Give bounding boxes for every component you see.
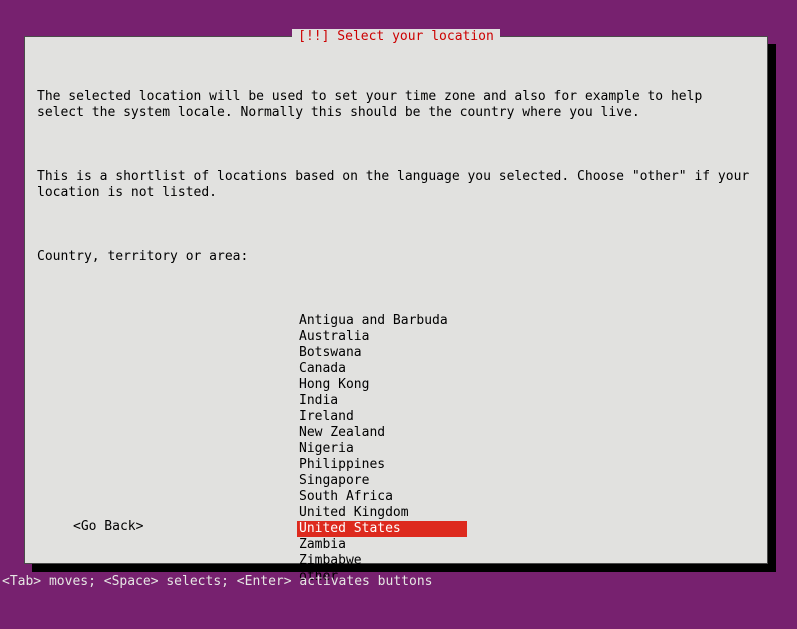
go-back-button[interactable]: <Go Back> [73,519,143,535]
country-option[interactable]: India [297,393,477,409]
country-option[interactable]: Canada [297,361,477,377]
intro-paragraph-1: The selected location will be used to se… [37,89,755,121]
country-option[interactable]: Australia [297,329,477,345]
intro-paragraph-2: This is a shortlist of locations based o… [37,169,755,201]
country-option[interactable]: Botswana [297,345,477,361]
country-option[interactable]: Hong Kong [297,377,477,393]
country-option[interactable]: Philippines [297,457,477,473]
country-option[interactable]: United Kingdom [297,505,477,521]
dialog-content: The selected location will be used to se… [25,37,767,629]
country-list[interactable]: Antigua and BarbudaAustraliaBotswanaCana… [297,313,477,585]
dialog-title-wrap: [!!] Select your location [25,29,767,45]
country-option[interactable]: Nigeria [297,441,477,457]
country-option[interactable]: Ireland [297,409,477,425]
location-dialog: [!!] Select your location The selected l… [24,36,768,564]
country-option[interactable]: Zimbabwe [297,553,477,569]
country-option[interactable]: Singapore [297,473,477,489]
country-option[interactable]: Zambia [297,537,477,553]
footer-hint: <Tab> moves; <Space> selects; <Enter> ac… [2,574,432,590]
country-option[interactable]: South Africa [297,489,477,505]
country-option[interactable]: New Zealand [297,425,477,441]
country-option[interactable]: United States [297,521,467,537]
dialog-title: [!!] Select your location [292,29,500,45]
list-prompt: Country, territory or area: [37,249,755,265]
country-option[interactable]: Antigua and Barbuda [297,313,477,329]
